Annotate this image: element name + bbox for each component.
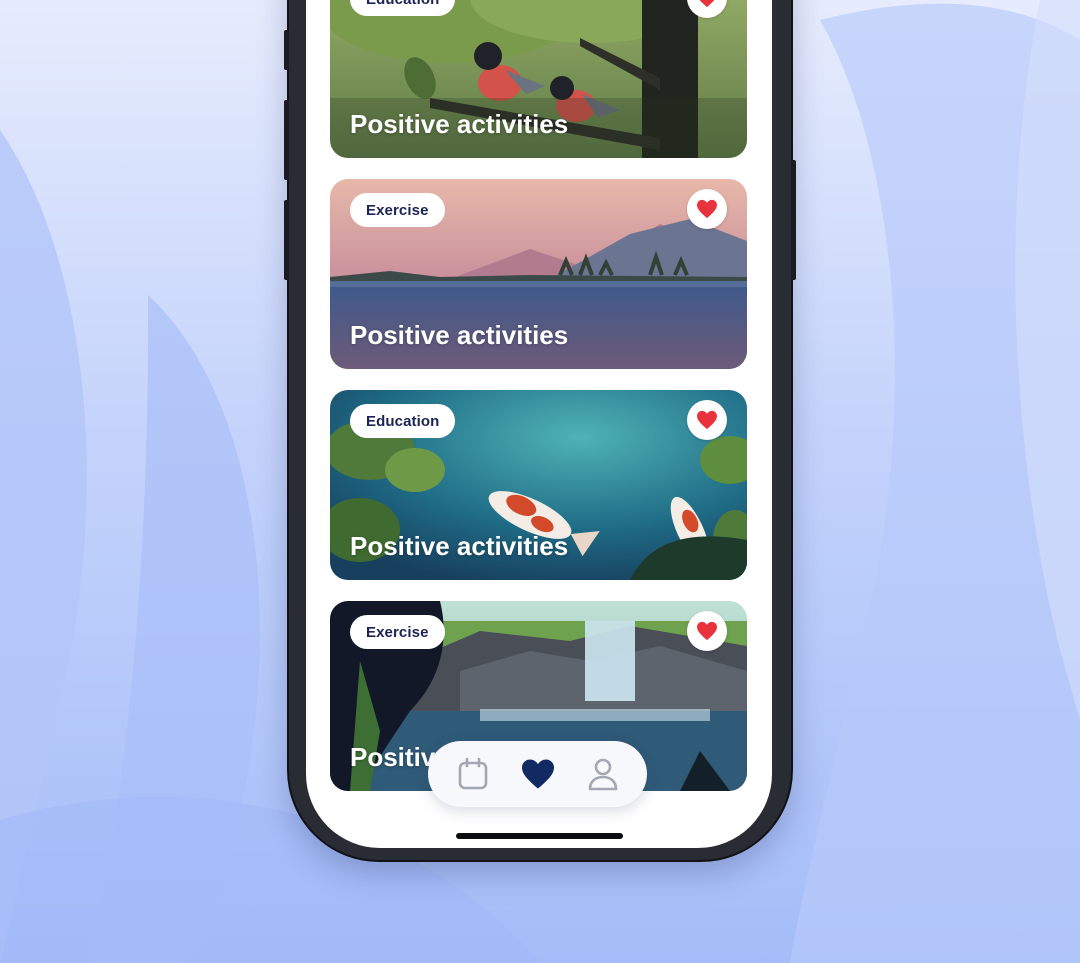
heart-icon [697,199,717,219]
profile-icon [588,758,617,791]
activity-title: Positive activities [350,320,569,350]
activity-card[interactable]: Education Positive activities [330,0,747,158]
category-tag: Education [350,404,456,438]
calendar-icon [458,757,487,790]
heart-icon [521,759,554,789]
category-tag: Education [350,0,456,16]
phone-side-button-left [284,30,289,70]
nav-calendar-button[interactable] [451,752,495,796]
favorite-button[interactable] [687,611,727,651]
home-indicator[interactable] [456,833,623,839]
favorite-button[interactable] [687,400,727,440]
phone-side-button-left-2 [284,100,289,180]
favorite-button[interactable] [687,189,727,229]
activity-title: Positive activities [350,109,569,139]
phone-side-button-right [791,160,796,280]
app-screen: Education Positive activities Exer [306,0,772,848]
category-tag: Exercise [350,193,445,227]
activity-title: Positive activities [350,531,569,561]
category-tag: Exercise [350,615,445,649]
nav-favorites-button[interactable] [516,752,560,796]
nav-profile-button[interactable] [581,752,625,796]
heart-icon [699,0,715,8]
activity-card[interactable]: Exercise Positive activities [330,179,747,369]
heart-icon [697,621,717,641]
phone-side-button-left-3 [284,200,289,280]
activity-card[interactable]: Education Positive activities [330,390,747,580]
heart-icon [697,410,717,430]
bottom-navigation [428,741,647,807]
